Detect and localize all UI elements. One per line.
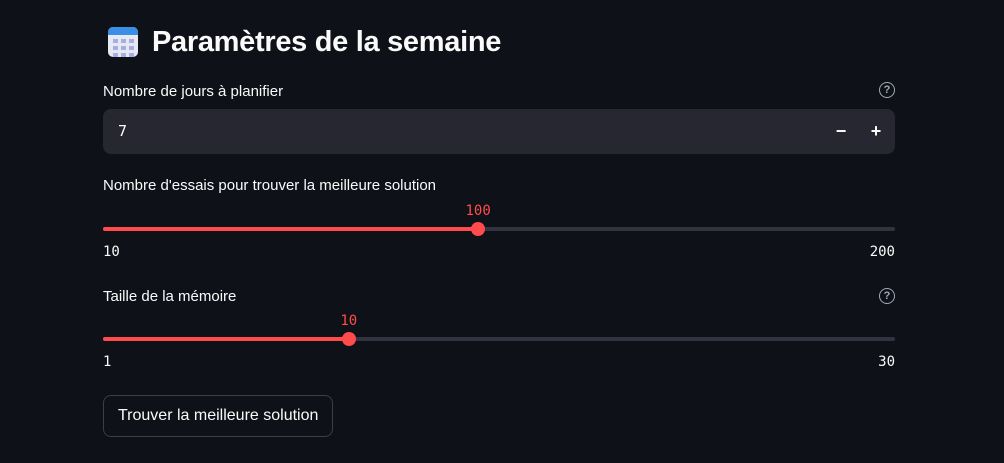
days-input-value[interactable]: 7 xyxy=(118,122,127,140)
trials-slider[interactable]: 100 10 200 xyxy=(103,203,895,270)
days-input-label: Nombre de jours à planifier xyxy=(103,83,284,100)
slider-max-label: 200 xyxy=(869,244,895,260)
slider-min-label: 1 xyxy=(103,354,112,370)
calendar-icon xyxy=(108,27,138,57)
slider-min-label: 10 xyxy=(103,244,120,260)
find-best-solution-button[interactable]: Trouver la meilleure solution xyxy=(103,395,334,437)
slider-current-value: 100 xyxy=(465,203,491,219)
slider-current-value: 10 xyxy=(340,313,358,329)
slider-max-label: 30 xyxy=(878,354,895,370)
increment-button[interactable]: + xyxy=(861,116,891,147)
decrement-button[interactable]: − xyxy=(826,116,856,147)
page-title: Paramètres de la semaine xyxy=(152,25,502,58)
header: Paramètres de la semaine xyxy=(108,22,501,62)
slider-fill xyxy=(103,337,349,341)
memory-slider-label: Taille de la mémoire xyxy=(103,288,237,305)
trials-slider-label: Nombre d'essais pour trouver la meilleur… xyxy=(103,177,437,194)
slider-thumb[interactable] xyxy=(471,222,486,236)
days-number-input[interactable]: 7 − + xyxy=(103,109,895,154)
days-help-icon[interactable]: ? xyxy=(879,82,895,98)
memory-slider[interactable]: 10 1 30 xyxy=(103,313,895,380)
memory-help-icon[interactable]: ? xyxy=(879,288,895,304)
slider-thumb[interactable] xyxy=(341,332,356,346)
slider-fill xyxy=(103,227,479,231)
